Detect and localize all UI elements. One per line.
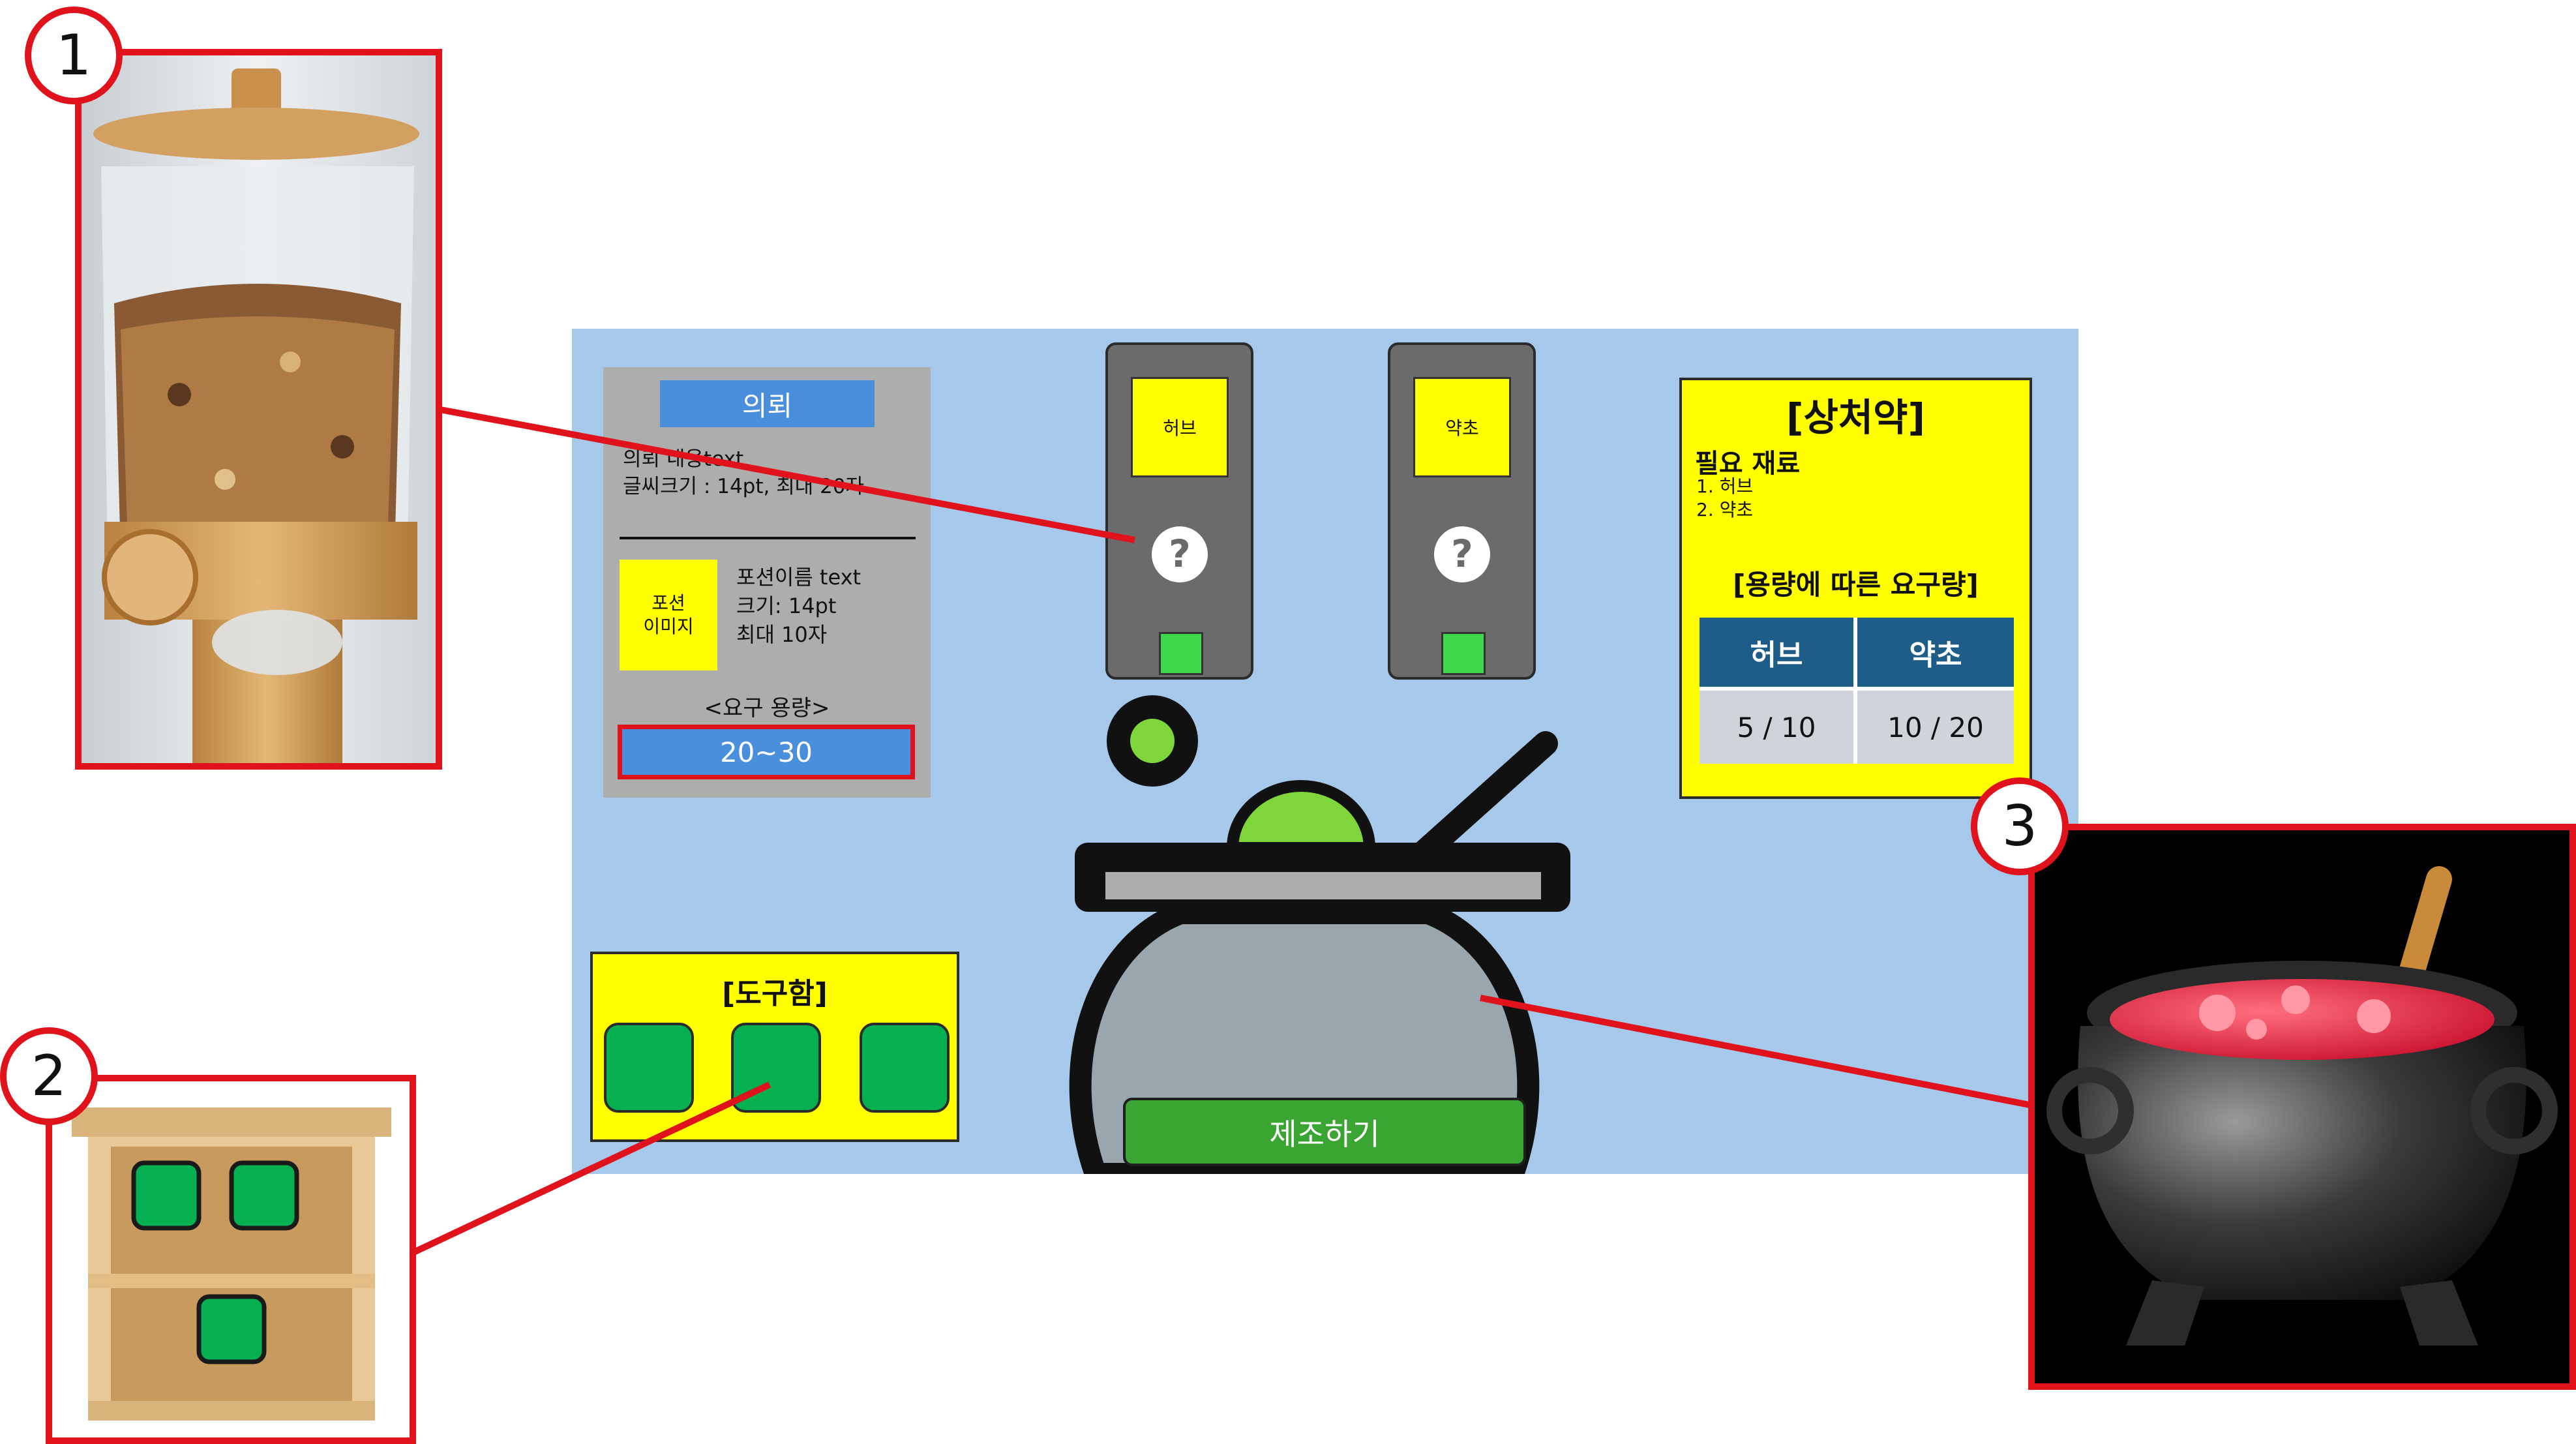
cauldron-photo: [2046, 866, 2558, 1346]
reference-image-dispenser: [75, 49, 442, 770]
connector-line-3: [1480, 995, 2033, 1109]
callout-number-3: 3: [1971, 777, 2069, 875]
connector-line-1: [440, 406, 1135, 543]
callout-number-2: 2: [0, 1027, 98, 1125]
callout-number-1: 1: [25, 7, 123, 104]
reference-image-shelf: [46, 1075, 416, 1444]
reference-image-cauldron: [2028, 824, 2576, 1390]
connector-line-2: [408, 1081, 771, 1257]
shelf-photo: [72, 1107, 391, 1421]
dispenser-photo: [82, 55, 436, 763]
